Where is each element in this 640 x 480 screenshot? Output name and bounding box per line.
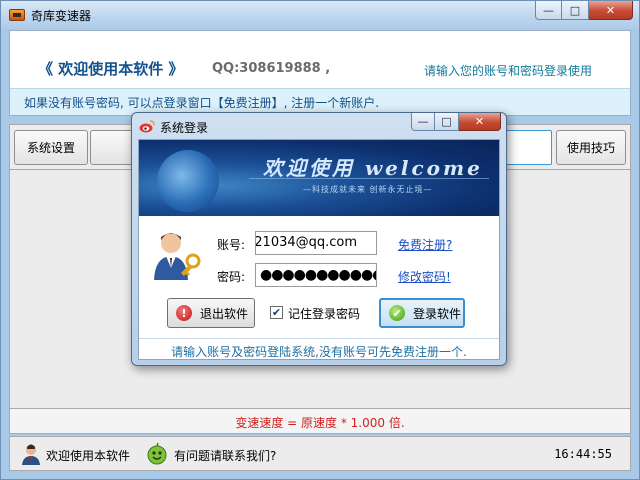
- exit-button[interactable]: ! 退出软件: [167, 298, 255, 328]
- password-label: 密码:: [217, 270, 246, 284]
- weibo-icon: [139, 120, 155, 133]
- password-input[interactable]: ●●●●●●●●●●●●: [255, 263, 377, 287]
- user-icon: [22, 444, 40, 465]
- header-panel: 《 欢迎使用本软件 》 QQ:308619888 , 请输入您的账号和密码登录使…: [9, 30, 631, 116]
- main-titlebar[interactable]: 奇库变速器 — □ ✕: [1, 1, 639, 29]
- banner-divider: [249, 178, 489, 179]
- remember-password-label[interactable]: 记住登录密码: [288, 305, 360, 322]
- app-icon: [9, 9, 25, 21]
- dialog-minimize-button[interactable]: —: [411, 113, 435, 131]
- window-caption-buttons: — □ ✕: [535, 1, 633, 21]
- welcome-banner: 欢迎使用 welcome —科技成就未来 创新永无止境—: [139, 140, 499, 216]
- qq-label: QQ:308619888 ,: [212, 61, 331, 76]
- banner-subtitle: —科技成就未来 创新永无止境—: [303, 185, 433, 194]
- dialog-body: 欢迎使用 welcome —科技成就未来 创新永无止境— 账号: 521034@…: [138, 139, 500, 360]
- account-input[interactable]: 521034@qq.com: [255, 231, 377, 255]
- notice-text: 如果没有账号密码, 可以点登录窗口【免费注册】, 注册一个新账户.: [24, 96, 380, 110]
- settings-button[interactable]: 系统设置: [14, 130, 88, 165]
- exit-button-label: 退出软件: [200, 306, 249, 321]
- dialog-divider: [139, 338, 499, 339]
- dialog-title: 系统登录: [160, 121, 209, 135]
- welcome-title: 《 欢迎使用本软件 》: [38, 60, 184, 78]
- error-icon: !: [176, 305, 192, 321]
- speed-bar: 变速速度 = 原速度 * 1.000 倍.: [9, 408, 631, 434]
- dialog-maximize-button[interactable]: □: [435, 113, 459, 131]
- help-icon: [147, 442, 167, 465]
- register-link[interactable]: 免费注册?: [398, 236, 452, 253]
- change-password-link[interactable]: 修改密码!: [398, 268, 451, 285]
- window-title: 奇库变速器: [31, 9, 92, 23]
- notice-bar: 如果没有账号密码, 可以点登录窗口【免费注册】, 注册一个新账户.: [10, 88, 630, 115]
- status-welcome: 欢迎使用本软件: [46, 449, 131, 463]
- banner-text: 欢迎使用 welcome: [263, 156, 483, 180]
- maximize-button[interactable]: □: [562, 1, 589, 20]
- status-contact[interactable]: 有问题请联系我们?: [174, 447, 276, 464]
- toolbar-input[interactable]: [500, 130, 552, 165]
- close-button[interactable]: ✕: [589, 1, 633, 20]
- dialog-caption-buttons: — □ ✕: [411, 113, 501, 131]
- dialog-hint: 请输入账号及密码登陆系统,没有账号可先免费注册一个.: [171, 345, 467, 359]
- login-hint: 请输入您的账号和密码登录使用: [424, 64, 593, 78]
- dialog-titlebar[interactable]: 系统登录 — □ ✕: [132, 113, 506, 139]
- user-key-avatar: [154, 233, 201, 280]
- login-dialog: 系统登录 — □ ✕ 欢迎使用 welcome —科技成就未来 创新永无止境— …: [131, 112, 507, 366]
- minimize-button[interactable]: —: [535, 1, 562, 20]
- globe-image: [157, 150, 219, 212]
- speed-text: 变速速度 = 原速度 * 1.000 倍.: [235, 416, 405, 430]
- login-button[interactable]: ✔ 登录软件: [379, 298, 465, 328]
- login-button-label: 登录软件: [413, 306, 462, 321]
- tips-button[interactable]: 使用技巧: [556, 130, 626, 165]
- checkmark-icon: ✔: [389, 305, 405, 321]
- account-value: 521034@qq.com: [255, 235, 358, 250]
- account-label: 账号:: [217, 238, 246, 252]
- remember-password-checkbox[interactable]: ✔: [270, 306, 283, 319]
- status-bar: 欢迎使用本软件 有问题请联系我们? 16:44:55: [9, 436, 631, 471]
- status-time: 16:44:55: [554, 447, 612, 461]
- dialog-close-button[interactable]: ✕: [459, 113, 501, 131]
